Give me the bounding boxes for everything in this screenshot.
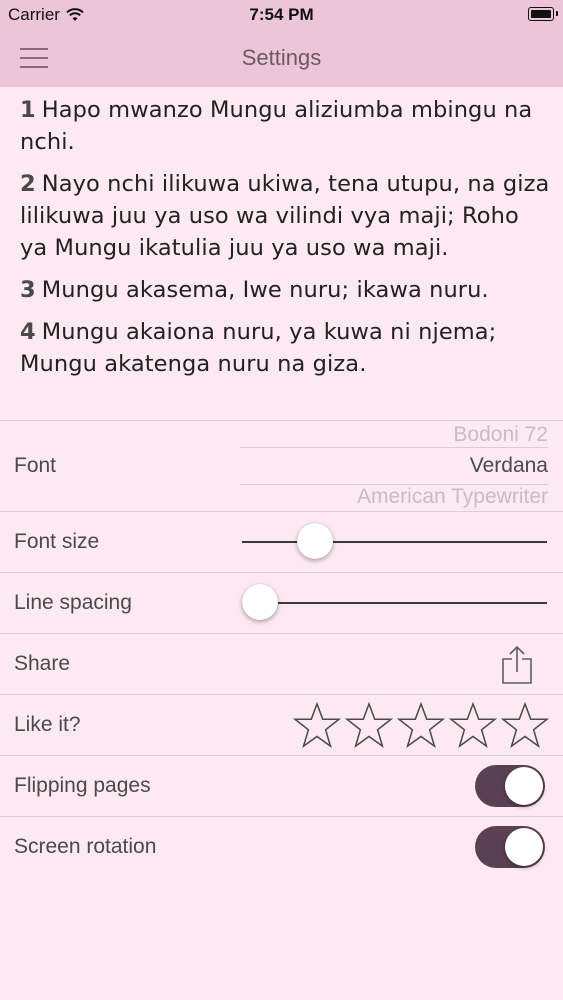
share-row[interactable]: Share [0,633,563,694]
verse-number: 3 [20,277,36,303]
verse-number: 4 [20,319,36,345]
font-option-bodoni[interactable]: Bodoni 72 [453,423,548,447]
star-icon[interactable] [397,702,445,748]
status-bar: Carrier 7:54 PM [0,0,563,28]
font-size-label: Font size [14,530,100,553]
font-option-american-typewriter[interactable]: American Typewriter [357,485,548,509]
rating-stars[interactable] [293,702,549,748]
verse-number: 1 [20,97,36,123]
like-row: Like it? [0,694,563,755]
screen-rotation-row: Screen rotation [0,816,563,877]
font-label: Font [14,454,57,477]
battery-icon [528,7,558,21]
flipping-pages-label: Flipping pages [14,774,151,797]
screen-rotation-toggle[interactable] [475,826,545,868]
verse-text: Mungu akasema, Iwe nuru; ikawa nuru. [41,277,489,303]
navigation-bar: Settings [0,28,563,87]
verse-preview: 1 Hapo mwanzo Mungu aliziumba mbingu na n… [20,94,550,390]
toggle-thumb [505,767,543,805]
flipping-pages-toggle[interactable] [475,765,545,807]
page-title: Settings [241,45,322,70]
flipping-pages-row: Flipping pages [0,755,563,816]
verse-number: 2 [20,171,36,197]
settings-list: Font Bodoni 72 Verdana American Typewrit… [0,420,563,877]
font-size-row: Font size [0,511,563,572]
screen-rotation-label: Screen rotation [14,835,157,858]
star-icon[interactable] [345,702,393,748]
verse: 4 Mungu akaiona nuru, ya kuwa ni njema; M… [20,316,550,380]
verse: 3 Mungu akasema, Iwe nuru; ikawa nuru. [20,274,550,306]
picker-divider [240,447,548,448]
line-spacing-row: Line spacing [0,572,563,633]
verse-text: Mungu akaiona nuru, ya kuwa ni njema; Mu… [20,319,497,377]
share-label: Share [14,652,71,675]
line-spacing-label: Line spacing [14,591,132,614]
font-row: Font Bodoni 72 Verdana American Typewrit… [0,420,563,511]
like-label: Like it? [14,713,81,736]
font-option-selected[interactable]: Verdana [470,454,548,478]
verse: 2 Nayo nchi ilikuwa ukiwa, tena utupu, na… [20,168,550,264]
verse-text: Hapo mwanzo Mungu aliziumba mbingu na nc… [20,97,533,155]
font-size-slider[interactable] [242,523,547,559]
star-icon[interactable] [449,702,497,748]
font-picker[interactable]: Bodoni 72 Verdana American Typewriter [240,421,548,511]
star-icon[interactable] [293,702,341,748]
toggle-thumb [505,828,543,866]
share-icon[interactable] [500,645,534,685]
status-time: 7:54 PM [249,5,314,24]
star-icon[interactable] [501,702,549,748]
line-spacing-slider[interactable] [242,584,547,620]
font-size-slider-knob[interactable] [297,523,334,559]
verse: 1 Hapo mwanzo Mungu aliziumba mbingu na n… [20,94,550,158]
verse-text: Nayo nchi ilikuwa ukiwa, tena utupu, na … [20,171,550,261]
line-spacing-slider-knob[interactable] [242,584,279,620]
